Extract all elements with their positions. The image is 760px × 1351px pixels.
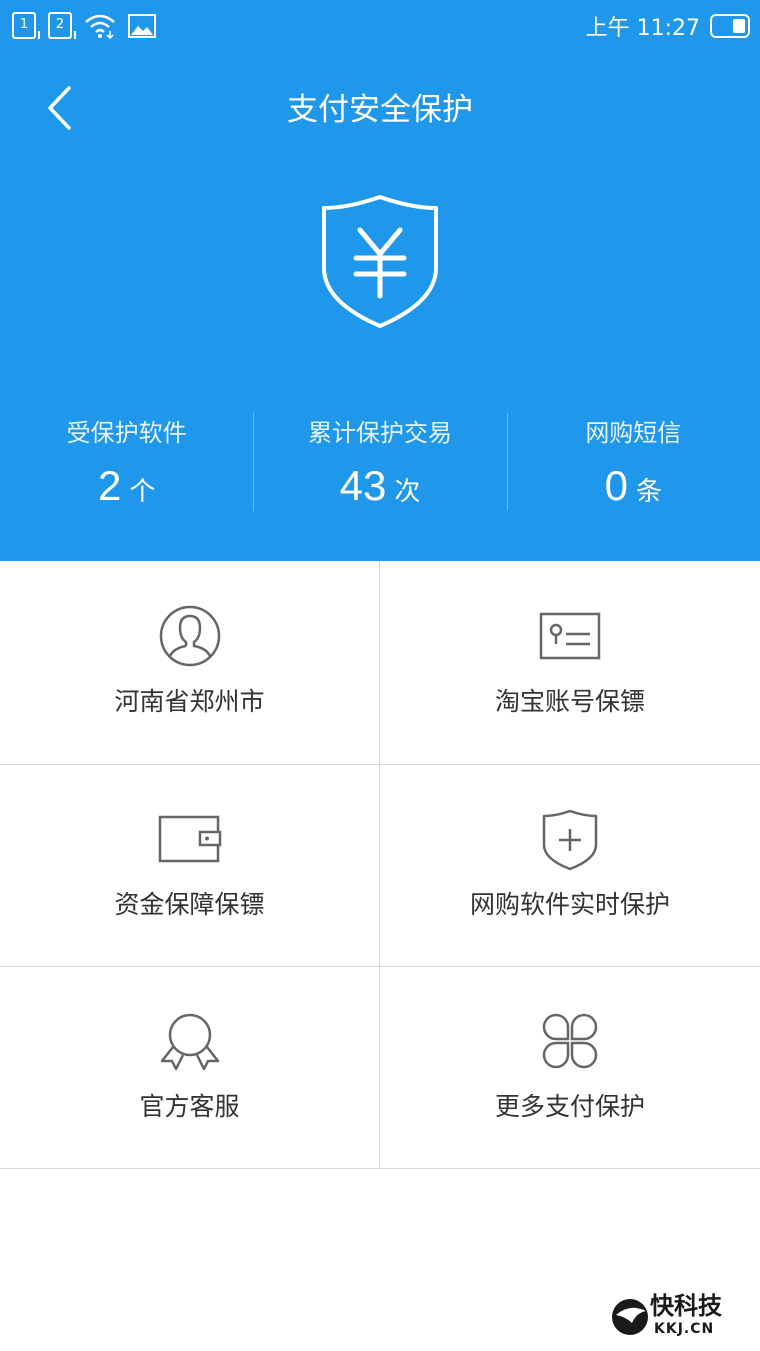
stat-unit: 条 [635,477,662,507]
stat-label: 网购短信 [585,419,682,447]
stat-protected-apps: 受保护软件 2个 [0,405,253,515]
shield-plus-icon [542,809,598,871]
battery-icon [710,14,750,38]
bird-logo-icon [612,1299,648,1335]
four-leaf-clover-icon [542,1013,598,1069]
grid-item-label: 资金保障保镖 [114,890,265,919]
watermark: 快科技 KKJ.CN [610,1293,750,1341]
header-banner: 1 2 上午 11:27 支付安全保护 受保护软件 2 个 累计保护交易 43 … [0,0,760,561]
sim2-icon: 2 [48,12,76,39]
award-badge-icon [160,1013,219,1071]
wallet-icon [158,815,221,863]
wifi-icon [85,14,115,39]
grid-item-realtime-protect[interactable]: 网购软件实时保护 [380,764,760,966]
sim1-label: 1 [19,17,29,32]
stat-unit: 次 [394,477,421,507]
watermark-domain: KKJ.CN [654,1321,715,1337]
feature-grid: 河南省郑州市 淘宝账号保镖 资金保障保镖 网购软件实时保护 官方客服 更多支付保… [0,562,760,1169]
grid-item-label: 淘宝账号保镖 [494,687,645,716]
grid-item-label: 网购软件实时保护 [469,890,670,919]
grid-item-customer-service[interactable]: 官方客服 [0,966,380,1168]
image-icon [128,13,156,38]
status-time: 上午 11:27 [585,16,700,41]
user-avatar-icon [159,605,220,667]
stat-shopping-sms: 网购短信 0条 [506,405,760,515]
sim2-label: 2 [55,17,65,32]
grid-item-label: 官方客服 [139,1092,240,1121]
stats-row: 受保护软件 2个 累计保护交易 43 次 网购短信 0条 [0,405,760,515]
shield-yuan-icon [322,195,438,328]
grid-item-more-protection[interactable]: 更多支付保护 [380,966,760,1168]
sim1-icon: 1 [12,12,40,39]
stat-unit: 个 [129,477,156,507]
grid-item-location[interactable]: 河南省郑州市 [0,562,380,764]
watermark-text: 快科技 [650,1292,722,1320]
stat-label: 受保护软件 [66,419,187,447]
stat-protected-transactions: 累计保护交易 43 次 [253,405,506,515]
stat-label: 累计保护交易 [307,419,452,447]
status-bar: 1 2 上午 11:27 [0,0,760,52]
stat-value: 0 [604,462,628,509]
page-title: 支付安全保护 [287,92,473,128]
grid-item-label: 更多支付保护 [494,1092,645,1121]
stat-value: 43 [339,462,387,509]
id-card-icon [539,612,601,660]
stat-value: 2 [97,462,122,509]
grid-item-fund-guard[interactable]: 资金保障保镖 [0,764,380,966]
grid-item-taobao-guard[interactable]: 淘宝账号保镖 [380,562,760,764]
grid-item-label: 河南省郑州市 [114,687,265,716]
